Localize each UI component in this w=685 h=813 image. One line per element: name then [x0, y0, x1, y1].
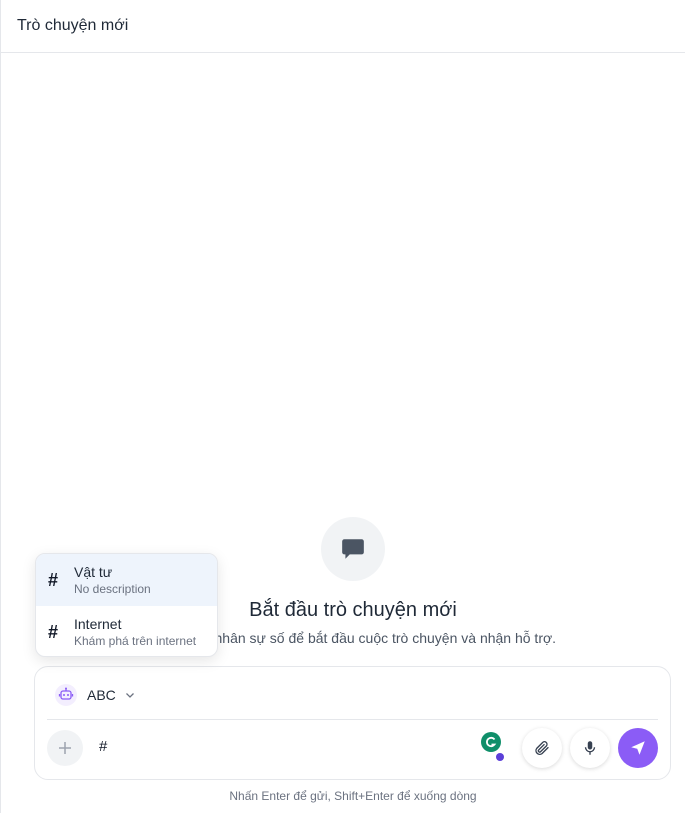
mention-item-text: Vật tư No description	[74, 563, 151, 597]
hash-icon: #	[48, 621, 59, 642]
mention-item-internet[interactable]: # Internet Khám phá trên internet	[36, 606, 217, 656]
send-icon	[631, 741, 645, 755]
page-title: Trò chuyện mới	[17, 17, 129, 34]
attach-button[interactable]	[522, 728, 562, 768]
message-composer: ABC	[34, 666, 671, 780]
chevron-down-icon	[125, 693, 134, 698]
chat-app: Trò chuyện mới Bắt đầu trò chuyện mới Ch…	[0, 0, 685, 813]
plus-icon	[59, 742, 71, 754]
mention-item-description: Khám phá trên internet	[74, 634, 197, 648]
composer-divider	[47, 719, 658, 720]
grammar-assistant-icon[interactable]	[480, 731, 502, 753]
mention-item-text: Internet Khám phá trên internet	[74, 615, 196, 649]
mention-item-description: No description	[74, 582, 151, 596]
mention-popup: # Vật tư No description # Internet Khám …	[35, 553, 218, 657]
grammar-status-dot	[496, 753, 504, 761]
microphone-button[interactable]	[570, 728, 610, 768]
chat-header: Trò chuyện mới	[1, 0, 685, 53]
mention-item-name: Internet	[74, 616, 122, 632]
send-button[interactable]	[618, 728, 658, 768]
message-input[interactable]	[99, 738, 459, 755]
mention-item-name: Vật tư	[74, 564, 113, 580]
mention-item-vat-tu[interactable]: # Vật tư No description	[36, 554, 217, 606]
agent-name: ABC	[87, 687, 116, 703]
robot-icon	[55, 684, 77, 706]
microphone-icon	[584, 741, 596, 755]
hash-icon: #	[48, 569, 59, 590]
keyboard-hint: Nhấn Enter để gửi, Shift+Enter để xuống …	[229, 789, 477, 803]
agent-selector[interactable]: ABC	[55, 684, 136, 706]
add-button[interactable]	[47, 730, 83, 766]
chat-bubble-icon	[342, 539, 364, 559]
paperclip-icon	[535, 741, 549, 755]
empty-state-icon-wrapper	[321, 517, 385, 581]
